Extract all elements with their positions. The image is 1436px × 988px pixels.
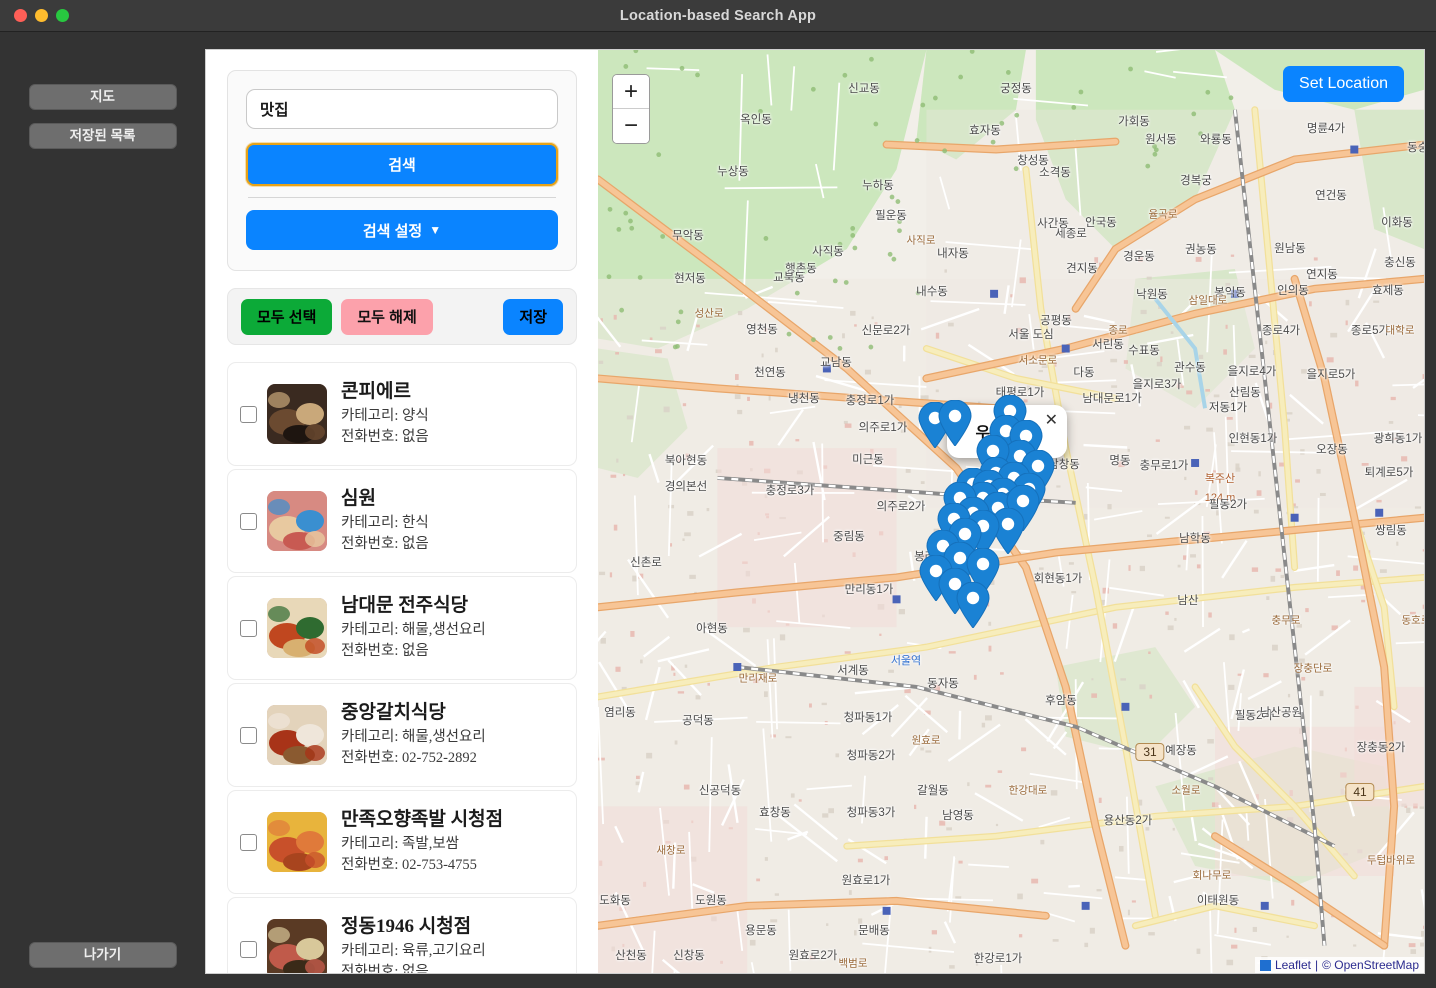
result-category: 카테고리: 양식	[341, 407, 429, 424]
attribution-separator: |	[1314, 958, 1319, 972]
app-window: Location-based Search App 지도 저장된 목록 나가기 …	[0, 0, 1436, 988]
search-button-label: 검색	[388, 157, 416, 174]
set-location-button[interactable]: Set Location	[1283, 66, 1404, 102]
result-category: 카테고리: 족발,보쌈	[341, 835, 459, 852]
app-body: 지도 저장된 목록 나가기 검색 검색 설정 ▼	[0, 32, 1436, 988]
map-attribution: Leaflet | © OpenStreetMap	[1254, 957, 1424, 973]
result-info: 심원카테고리: 한식전화번호: 없음	[341, 487, 564, 555]
sidebar: 지도 저장된 목록 나가기	[0, 32, 205, 988]
save-button[interactable]: 저장	[503, 298, 563, 335]
result-thumbnail	[267, 598, 327, 658]
result-info: 중앙갈치식당카테고리: 해물,생선요리전화번호: 02-752-2892	[341, 701, 564, 769]
search-card: 검색 검색 설정 ▼	[227, 70, 577, 271]
result-category: 카테고리: 해물,생선요리	[341, 621, 486, 638]
result-info: 정동1946 시청점카테고리: 육류,고기요리전화번호: 없음	[341, 915, 564, 973]
result-checkbox[interactable]	[240, 726, 257, 744]
map-view[interactable]: 인왕산339 m복주산124 m신교동궁정동옥인동효자동누상동창성동경복궁누하동…	[598, 50, 1424, 973]
list-item[interactable]: 콘피에르카테고리: 양식전화번호: 없음	[227, 362, 577, 466]
result-checkbox[interactable]	[240, 512, 257, 530]
exit-button[interactable]: 나가기	[28, 942, 177, 968]
result-checkbox[interactable]	[240, 619, 257, 637]
result-phone: 전화번호: 02-752-2892	[341, 749, 477, 766]
deselect-all-button[interactable]: 모두 해제	[341, 298, 433, 335]
result-name: 정동1946 시청점	[341, 916, 472, 938]
attribution-osm[interactable]: © OpenStreetMap	[1322, 958, 1419, 972]
search-settings-label: 검색 설정	[362, 222, 423, 240]
attribution-leaflet[interactable]: Leaflet	[1275, 958, 1311, 972]
result-category: 카테고리: 한식	[341, 514, 429, 531]
search-input[interactable]	[246, 89, 558, 129]
result-thumbnail	[267, 705, 327, 765]
map-zoom-controls[interactable]: + −	[612, 74, 650, 144]
result-info: 콘피에르카테고리: 양식전화번호: 없음	[341, 380, 564, 448]
sidebar-item-saved-list[interactable]: 저장된 목록	[28, 123, 177, 149]
close-icon[interactable]: ✕	[1045, 413, 1058, 429]
map-marker[interactable]	[938, 400, 972, 446]
result-thumbnail	[267, 919, 327, 973]
zoom-in-button[interactable]: +	[613, 75, 649, 109]
title-bar: Location-based Search App	[0, 0, 1436, 32]
map-route-shield: 31	[1135, 743, 1165, 761]
list-item[interactable]: 심원카테고리: 한식전화번호: 없음	[227, 469, 577, 573]
select-all-button[interactable]: 모두 선택	[241, 298, 333, 335]
result-category: 카테고리: 해물,생선요리	[341, 728, 486, 745]
result-thumbnail	[267, 384, 327, 444]
result-phone: 전화번호: 없음	[341, 963, 429, 973]
list-item[interactable]: 중앙갈치식당카테고리: 해물,생선요리전화번호: 02-752-2892	[227, 683, 577, 787]
result-info: 만족오향족발 시청점카테고리: 족발,보쌈전화번호: 02-753-4755	[341, 808, 564, 876]
window-title: Location-based Search App	[619, 7, 817, 24]
map-marker[interactable]	[956, 582, 990, 628]
search-button[interactable]: 검색	[246, 143, 558, 186]
result-checkbox[interactable]	[240, 833, 257, 851]
divider	[248, 197, 556, 198]
map-route-shield: 41	[1345, 783, 1375, 801]
result-name: 심원	[341, 488, 376, 510]
search-settings-button[interactable]: 검색 설정 ▼	[246, 210, 558, 250]
result-checkbox[interactable]	[240, 405, 257, 423]
result-phone: 전화번호: 없음	[341, 428, 429, 445]
results-list[interactable]: 콘피에르 카테고리: 양식 전화번호: 없음 심원 카테고리: 한식 전화번호: 없음 남대…	[227, 362, 577, 973]
list-item[interactable]: 만족오향족발 시청점카테고리: 족발,보쌈전화번호: 02-753-4755	[227, 790, 577, 894]
chevron-down-icon: ▼	[429, 223, 442, 237]
zoom-out-button[interactable]: −	[613, 109, 649, 143]
result-phone: 전화번호: 없음	[341, 535, 429, 552]
sidebar-item-map[interactable]: 지도	[28, 84, 177, 110]
result-name: 남대문 전주식당	[341, 595, 469, 617]
result-info: 남대문 전주식당카테고리: 해물,생선요리전화번호: 없음	[341, 594, 564, 662]
list-item[interactable]: 남대문 전주식당카테고리: 해물,생선요리전화번호: 없음	[227, 576, 577, 680]
result-phone: 전화번호: 02-753-4755	[341, 856, 477, 873]
search-results-column: 검색 검색 설정 ▼ 모두 선택 모두 해제 저장 콘피에르카테고리: 양식전화…	[206, 50, 598, 973]
result-name: 콘피에르	[341, 381, 411, 403]
list-item[interactable]: 정동1946 시청점카테고리: 육류,고기요리전화번호: 없음	[227, 897, 577, 973]
result-checkbox[interactable]	[240, 940, 257, 958]
result-name: 중앙갈치식당	[341, 702, 446, 724]
result-name: 만족오향족발 시청점	[341, 809, 504, 831]
result-thumbnail	[267, 491, 327, 551]
selection-toolbar: 모두 선택 모두 해제 저장	[227, 288, 577, 345]
result-thumbnail	[267, 812, 327, 872]
result-phone: 전화번호: 없음	[341, 642, 429, 659]
result-category: 카테고리: 육류,고기요리	[341, 942, 486, 959]
leaflet-icon	[1259, 959, 1271, 971]
main-panel: 검색 검색 설정 ▼ 모두 선택 모두 해제 저장 콘피에르카테고리: 양식전화…	[205, 49, 1425, 974]
